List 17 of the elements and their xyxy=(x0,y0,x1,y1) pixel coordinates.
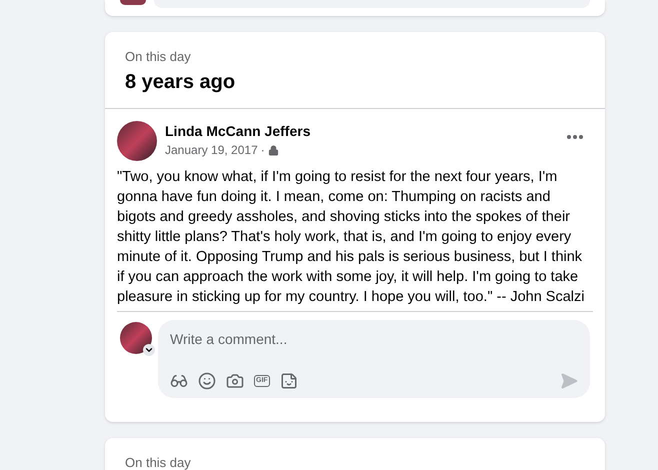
separator-dot: · xyxy=(260,142,265,159)
memory-label: On this day xyxy=(125,454,192,470)
emoji-icon[interactable] xyxy=(198,372,216,390)
author-name[interactable]: Linda McCann Jeffers xyxy=(165,121,559,141)
camera-icon[interactable] xyxy=(226,372,244,390)
comment-input[interactable]: Write a comment... xyxy=(170,328,578,350)
more-icon xyxy=(567,135,583,139)
avatar-photo[interactable] xyxy=(120,322,152,354)
sticker-icon[interactable] xyxy=(280,372,298,390)
avatar-sticker-icon[interactable] xyxy=(170,372,188,390)
post-text: "Two, you know what, if I'm going to resist for the next four years, I'm gonna have fun doing it. I mean, come on: Thumping on racists and bigots and greedy assholes, and shoving sticks into the spokes of their shitty little plans? That's holy work, that is, and I'm going to enjoy every minute of it. Opposing Trump and his pals is serious business, but I think if you can approach the work with some joy, it will help. I'm going to take pleasure in sticking up for my country. I hope you will, too." -- John Scalzi xyxy=(116,168,586,307)
chevron-down-icon[interactable] xyxy=(143,344,155,356)
memory-label: On this day xyxy=(125,48,192,66)
memory-heading: 8 years ago xyxy=(125,70,236,95)
post-date[interactable]: January 19, 2017 xyxy=(165,141,258,159)
avatar-photo[interactable] xyxy=(117,121,157,161)
avatar-photo xyxy=(120,0,146,5)
